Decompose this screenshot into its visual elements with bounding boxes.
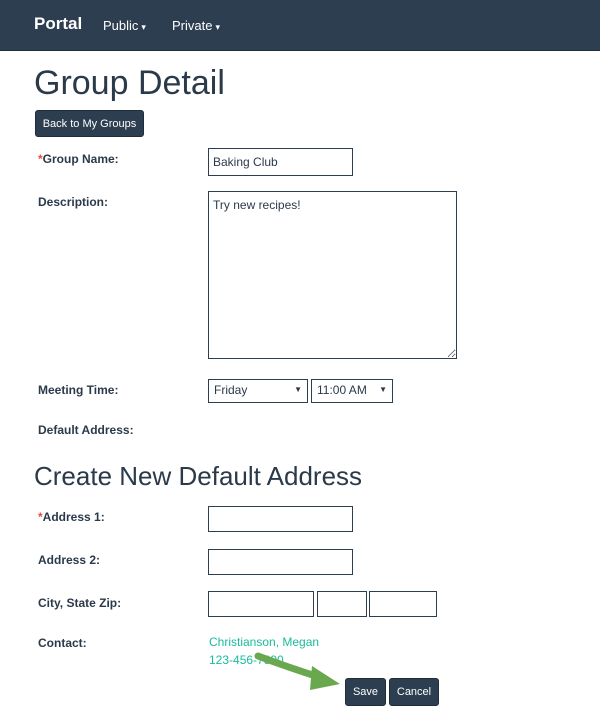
zip-input[interactable] [369, 591, 437, 617]
state-input[interactable] [317, 591, 367, 617]
meeting-time-value: 11:00 AM [317, 383, 367, 397]
description-textarea[interactable]: Try new recipes! [208, 191, 457, 359]
caret-down-icon: ▾ [141, 22, 146, 32]
dropdown-arrow-icon: ▼ [379, 385, 387, 394]
brand-link[interactable]: Portal [34, 14, 82, 34]
meeting-time-label: Meeting Time: [38, 383, 119, 397]
dropdown-arrow-icon: ▼ [294, 385, 302, 394]
cancel-button[interactable]: Cancel [389, 678, 439, 706]
nav-public-dropdown[interactable]: Public ▾ [103, 18, 146, 33]
group-name-label: *Group Name: [38, 152, 119, 166]
meeting-day-select[interactable]: Friday ▼ [208, 379, 308, 403]
nav-private-dropdown[interactable]: Private ▾ [172, 18, 220, 33]
annotation-arrow-icon [254, 652, 340, 690]
save-button[interactable]: Save [345, 678, 386, 706]
page-title: Group Detail [34, 64, 225, 102]
back-to-groups-button[interactable]: Back to My Groups [35, 110, 144, 137]
city-input[interactable] [208, 591, 314, 617]
address2-label: Address 2: [38, 553, 101, 567]
address1-input[interactable] [208, 506, 353, 532]
meeting-time-select[interactable]: 11:00 AM ▼ [311, 379, 393, 403]
address1-label: *Address 1: [38, 510, 105, 524]
contact-name-link[interactable]: Christianson, Megan [209, 635, 319, 649]
address2-input[interactable] [208, 549, 353, 575]
meeting-day-value: Friday [214, 383, 248, 397]
caret-down-icon: ▾ [215, 22, 220, 32]
group-name-input[interactable] [208, 148, 353, 176]
nav-public-label: Public [103, 18, 139, 33]
nav-private-label: Private [172, 18, 213, 33]
top-navbar: Portal Public ▾ Private ▾ [0, 0, 600, 51]
city-state-zip-label: City, State Zip: [38, 596, 122, 610]
description-label: Description: [38, 195, 109, 209]
default-address-label: Default Address: [38, 423, 134, 437]
contact-label: Contact: [38, 636, 87, 650]
new-address-heading: Create New Default Address [34, 461, 363, 491]
